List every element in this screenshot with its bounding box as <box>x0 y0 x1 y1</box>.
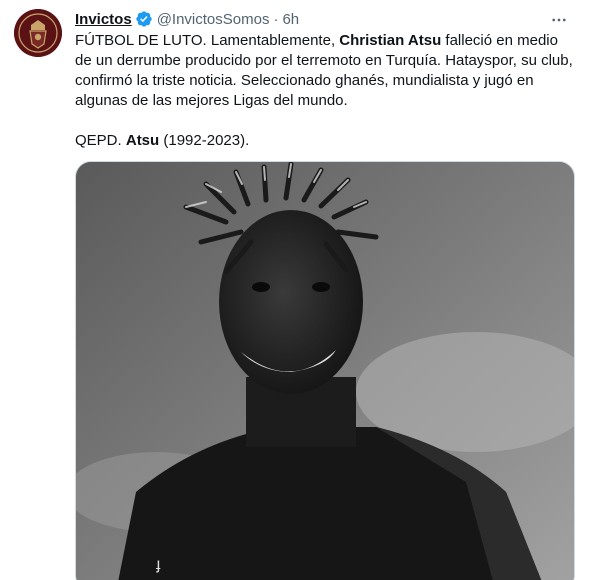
more-options-button[interactable] <box>549 10 569 30</box>
avatar[interactable] <box>14 9 62 57</box>
tweet-paragraph-2: QEPD. Atsu (1992-2023). <box>75 132 250 149</box>
mention-atsu: Atsu <box>125 132 160 149</box>
invictos-logo-icon <box>14 9 62 57</box>
author-handle[interactable]: @InvictosSomos <box>157 11 270 28</box>
tweet-paragraph-1: FÚTBOL DE LUTO. Lamentablemente, Christi… <box>75 32 573 109</box>
tweet[interactable]: Invictos @InvictosSomos · 6h FÚTBOL DE L… <box>0 0 591 580</box>
player-photo: ɟ <box>76 162 574 580</box>
author-name[interactable]: Invictos <box>75 11 132 28</box>
timestamp[interactable]: 6h <box>282 11 299 28</box>
verified-badge-icon <box>136 11 152 27</box>
mention-christian-atsu: Christian Atsu <box>339 32 442 49</box>
tweet-media-photo[interactable]: ɟ <box>75 161 575 580</box>
tweet-text: FÚTBOL DE LUTO. Lamentablemente, Christi… <box>75 31 575 151</box>
more-options-icon <box>552 18 566 22</box>
svg-text:ɟ: ɟ <box>156 556 161 573</box>
separator-dot: · <box>273 10 279 28</box>
tweet-header: Invictos @InvictosSomos · 6h <box>75 9 299 29</box>
